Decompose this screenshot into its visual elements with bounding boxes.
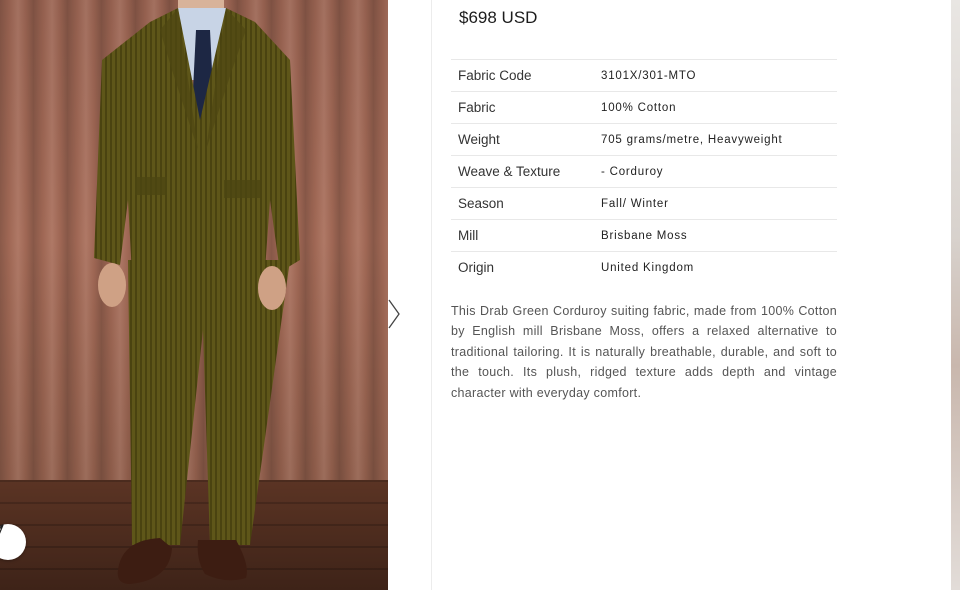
spec-value: Brisbane Moss — [601, 229, 688, 242]
spec-label: Origin — [458, 260, 495, 275]
spec-label: Season — [458, 196, 504, 211]
spec-row-weight: Weight 705 grams/metre, Heavyweight — [451, 123, 837, 155]
send-icon — [0, 524, 4, 534]
spec-label: Fabric Code — [458, 68, 532, 83]
spec-row-season: Season Fall/ Winter — [451, 187, 837, 219]
spec-row-fabric: Fabric 100% Cotton — [451, 91, 837, 123]
spec-label: Weight — [458, 132, 500, 147]
gallery-next-button[interactable] — [386, 296, 404, 332]
spec-value: Fall/ Winter — [601, 197, 669, 210]
chevron-right-icon — [388, 299, 400, 329]
product-price: $698 USD — [459, 8, 538, 27]
model-left-shoe — [117, 538, 172, 584]
spec-value: 100% Cotton — [601, 101, 677, 114]
spec-value: 705 grams/metre, Heavyweight — [601, 133, 783, 146]
spec-value: United Kingdom — [601, 261, 695, 274]
spec-table: Fabric Code 3101X/301-MTO Fabric 100% Co… — [451, 59, 837, 283]
model-figure — [94, 0, 300, 584]
spec-value: 3101X/301-MTO — [601, 69, 697, 82]
adjacent-panel-edge — [951, 0, 960, 590]
product-description: This Drab Green Corduroy suiting fabric,… — [451, 304, 837, 400]
spec-row-origin: Origin United Kingdom — [451, 251, 837, 283]
spec-row-fabric-code: Fabric Code 3101X/301-MTO — [451, 59, 837, 91]
spec-label: Fabric — [458, 100, 496, 115]
model-right-shoe — [197, 540, 247, 581]
product-photo[interactable] — [0, 0, 388, 590]
spec-label: Mill — [458, 228, 479, 243]
model-left-hand — [98, 263, 126, 307]
spec-value: - Corduroy — [601, 165, 664, 178]
model-right-hand — [258, 266, 286, 310]
spec-label: Weave & Texture — [458, 164, 561, 179]
spec-row-weave-texture: Weave & Texture - Corduroy — [451, 155, 837, 187]
spec-row-mill: Mill Brisbane Moss — [451, 219, 837, 251]
